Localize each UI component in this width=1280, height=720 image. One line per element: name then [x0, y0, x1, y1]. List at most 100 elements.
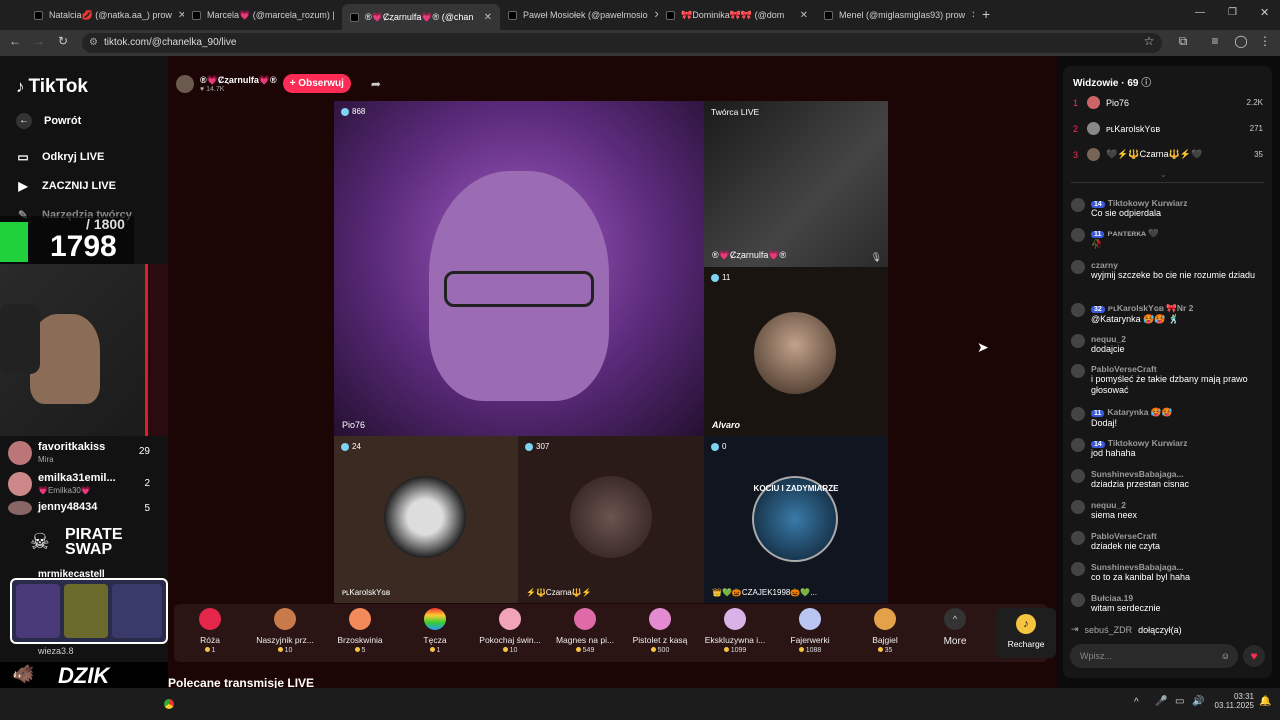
tray-chevron-icon[interactable]: ^ [1134, 697, 1139, 708]
minimize-icon[interactable]: — [1195, 7, 1205, 18]
browser-tab[interactable]: Paweł Mosiołek (@pawelmosio ✕ [500, 4, 658, 26]
skin-card [16, 584, 60, 638]
close-icon[interactable]: ✕ [971, 10, 974, 21]
gift-item[interactable]: Brzoskwinia 5 [324, 608, 396, 654]
follower-counter-overlay: / 1800 1798 [0, 216, 134, 266]
profile-icon[interactable]: ◯ [1232, 34, 1250, 48]
viewers-title[interactable]: Widzowie · 69 ⓘ [1073, 74, 1151, 89]
chevron-up-icon: ^ [944, 608, 966, 630]
maximize-icon[interactable]: ❐ [1228, 7, 1237, 18]
chat-message: PabloVerseCraft dziadek nie czyta [1071, 531, 1266, 552]
recharge-button[interactable]: ♪ Recharge [996, 608, 1056, 658]
dzik-logo: 🐗 DZIK [0, 662, 168, 688]
media-control-icon[interactable]: ≡ [1206, 34, 1224, 48]
tiktok-icon [34, 10, 43, 20]
chat-input[interactable]: Wpisz... ☺ [1070, 644, 1238, 668]
gift-item[interactable]: Pokochaj świn... 10 [474, 608, 546, 654]
tiktok-icon [824, 10, 833, 20]
tiktok-logo[interactable]: ♪ TikTok [16, 76, 88, 98]
avatar [8, 501, 32, 515]
new-tab-icon[interactable]: + [982, 6, 990, 22]
browser-tab-active[interactable]: ®💗Ȼȥarnulfa💗® (@chan ✕ [342, 4, 500, 30]
sidebar-item-start-live[interactable]: ▶ ZACZNIJ LIVE [16, 179, 116, 193]
list-item[interactable]: favoritkakiss Mira 29 [8, 439, 158, 468]
avatar [1071, 364, 1085, 378]
gift-item[interactable]: Bajgiel 35 [849, 608, 921, 654]
person-icon [341, 107, 349, 116]
share-icon[interactable]: ➦ [371, 77, 381, 91]
host-avatar[interactable] [176, 74, 194, 93]
url-field[interactable]: ⚙ tiktok.com/@chanelka_90/live [82, 33, 1162, 53]
notification-icon[interactable]: 🔔 [1259, 696, 1271, 707]
coin-icon [575, 647, 581, 652]
mic-icon[interactable]: 🎤 [1155, 696, 1167, 707]
video-tile-main[interactable]: 868 Pio76 [334, 101, 704, 436]
browser-tab[interactable]: Marcela💗 (@marcela_rozum) |✕ [184, 4, 342, 26]
host-likes: ♥ 14.7K [200, 85, 225, 93]
gift-item[interactable]: Fajerwerki 1088 [774, 608, 846, 654]
address-bar-row: ← → ↻ ⚙ tiktok.com/@chanelka_90/live ☆ ⧉ … [0, 30, 1280, 56]
back-icon[interactable]: ← [6, 34, 24, 48]
tiktok-icon [192, 10, 201, 20]
list-item[interactable]: emilka31emil... 💗Emilka30💗 2 [8, 468, 158, 497]
gift-item[interactable]: Tęcza 1 [399, 608, 471, 654]
viewer-count: 24 [341, 442, 361, 451]
menu-icon[interactable]: ⋮ [1256, 34, 1274, 48]
sidebar: ♪ TikTok ← Powrót ▭ Odkryj LIVE ▶ ZACZNIJ LI… [0, 56, 236, 688]
avatar [1071, 438, 1085, 452]
gift-item[interactable]: Ekskluzywna i... 1099 [699, 608, 771, 654]
chat-message: 11 Katarynka 🥵🥵 Dodaj! [1071, 407, 1266, 429]
heart-icon: ♥ [200, 85, 205, 93]
creator-live-badge: Twórca LIVE [711, 107, 760, 117]
site-info-icon[interactable]: ⚙ [89, 33, 98, 53]
clock[interactable]: 03:31 03.11.2025 [1210, 692, 1254, 710]
chrome-icon[interactable] [160, 695, 178, 713]
extensions-icon[interactable]: ⧉ [1174, 34, 1192, 49]
video-tile-alvaro[interactable]: 11 Alvaro [704, 267, 888, 436]
volume-icon[interactable]: 🔊 [1192, 696, 1204, 707]
browser-tab[interactable]: 🎀Dominika🎀🎀 (@dom ✕ [658, 4, 816, 26]
like-heart-button[interactable]: ♥ [1243, 645, 1265, 667]
bookmark-star-icon[interactable]: ☆ [1140, 34, 1158, 48]
expand-chevron-icon[interactable]: ⌄ [1160, 170, 1167, 179]
video-tile-karolsky[interactable]: 24 ᴘʟKarolskYɢʙ [334, 436, 518, 603]
close-icon[interactable]: ✕ [800, 10, 808, 21]
top-viewer-row[interactable]: 1 Pio76 2.2K [1073, 96, 1263, 109]
follow-button[interactable]: + Obserwuj [282, 74, 351, 93]
avatar [1071, 531, 1085, 545]
emoji-icon[interactable]: ☺ [1221, 644, 1230, 668]
avatar [1071, 593, 1085, 607]
gift-item[interactable]: Róża 1 [174, 608, 246, 654]
video-tile-creator[interactable]: Twórca LIVE ®💗Ȼȥarnulfa💗® 🎙 [704, 101, 888, 267]
video-tile-kociu[interactable]: KOCIU I ZADYMIARZE 0 👑💚🎃CZAJEK1998🎃💚... [704, 436, 888, 603]
sidebar-item-discover-live[interactable]: ▭ Odkryj LIVE [16, 150, 104, 164]
forward-icon[interactable]: → [30, 34, 48, 48]
gift-item[interactable]: Magnes na pi... 549 [549, 608, 621, 654]
close-window-icon[interactable]: ✕ [1260, 6, 1269, 19]
network-icon[interactable]: ▭ [1175, 696, 1184, 707]
avatar [1071, 407, 1085, 421]
guest-name: ⚡🔱Czarna🔱⚡ [526, 588, 592, 597]
top-viewer-row[interactable]: 2 ᴘʟKarolskYɢʙ 271 [1073, 122, 1263, 135]
reload-icon[interactable]: ↻ [54, 34, 72, 48]
video-tile-czarna[interactable]: 307 ⚡🔱Czarna🔱⚡ [518, 436, 704, 603]
browser-tab[interactable]: Natalcia💋 (@natka.aa_) prow ✕ [26, 4, 184, 26]
gift-item[interactable]: Naszyjnik prz... 10 [249, 608, 321, 654]
list-item[interactable]: jenny48434 5 [8, 497, 158, 517]
host-info: ®💗Ȼȥarnulfa💗® ♥ 14.7K + Obserwuj ➦ [176, 74, 381, 93]
back-link[interactable]: ← Powrót [16, 113, 81, 129]
help-icon[interactable]: ⓘ [1141, 78, 1151, 89]
avatar [1071, 198, 1085, 212]
browser-tab[interactable]: Menel (@miglasmiglas93) prow✕ [816, 4, 974, 26]
more-gifts-button[interactable]: ^ More [919, 608, 991, 647]
guest-name: ᴘʟKarolskYɢʙ [342, 588, 391, 597]
close-icon[interactable]: ✕ [484, 12, 492, 23]
top-viewer-row[interactable]: 3 🖤⚡🔱Czarna🔱⚡🖤 35 [1073, 148, 1263, 161]
avatar [1071, 562, 1085, 576]
host-name[interactable]: ®💗Ȼȥarnulfa💗® [200, 75, 277, 86]
avatar [1071, 228, 1085, 242]
glasses [444, 271, 594, 307]
tiktok-icon [508, 10, 517, 20]
camera-icon: ▶ [18, 179, 28, 193]
gift-item[interactable]: Pistolet z kasą 500 [624, 608, 696, 654]
